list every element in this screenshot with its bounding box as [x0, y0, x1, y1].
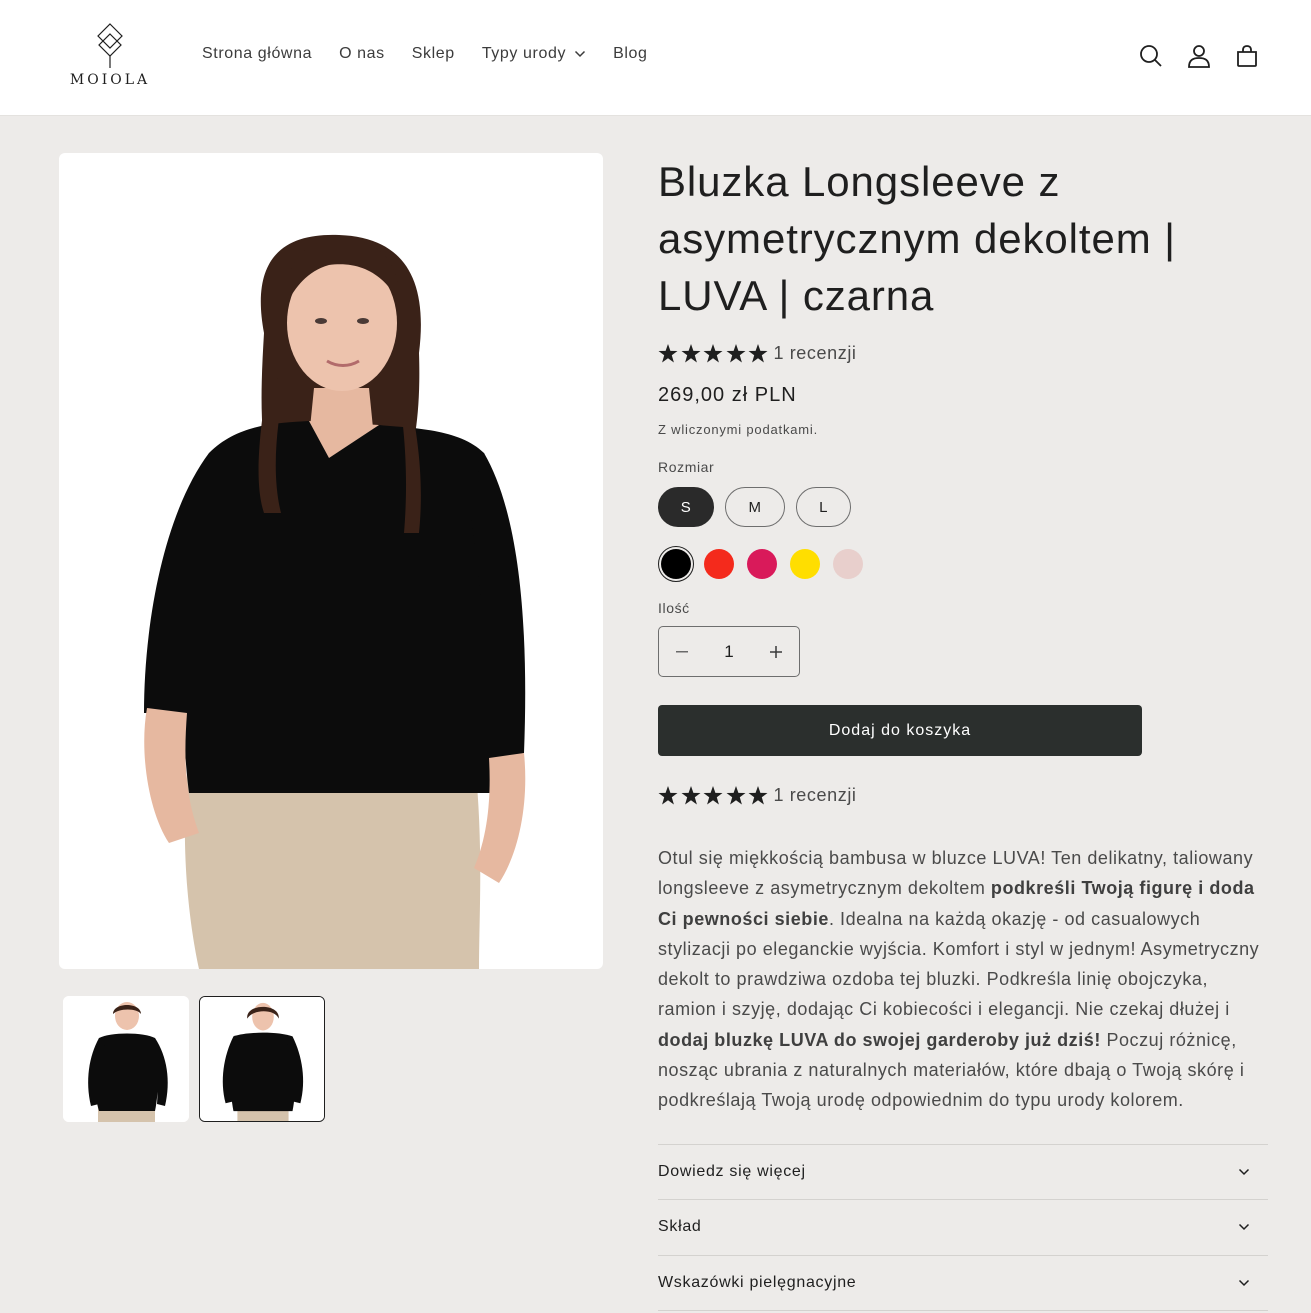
- tax-note: Z wliczonymi podatkami.: [658, 422, 818, 437]
- star-icon: [726, 786, 745, 805]
- brand-logo[interactable]: MOIOLA: [68, 20, 152, 92]
- nav-label: Strona główna: [202, 45, 313, 62]
- header-actions: [1117, 42, 1261, 70]
- star-icon: [703, 344, 723, 363]
- swatch-dot: [661, 549, 691, 579]
- minus-icon: [676, 650, 688, 652]
- product-rating[interactable]: 1 recenzji: [658, 343, 1268, 364]
- star-icon: [658, 786, 678, 805]
- chevron-down-icon: [1238, 1224, 1250, 1231]
- desc-highlight: dodaj bluzkę LUVA do swojej garderoby ju…: [658, 1029, 1101, 1050]
- size-option-l[interactable]: L: [796, 487, 851, 527]
- rating-stars: [658, 344, 771, 363]
- chevron-down-icon: [1238, 1279, 1250, 1286]
- color-selector: [658, 546, 1268, 582]
- size-selector: S M L: [658, 487, 1268, 527]
- site-header: MOIOLA Strona główna O nas Sklep Typy ur…: [0, 0, 1311, 116]
- star-icon: [748, 344, 768, 363]
- color-swatch-black[interactable]: [658, 546, 694, 582]
- accordion-label: Skład: [658, 1218, 702, 1236]
- accordion-label: Dowiedz się więcej: [658, 1162, 806, 1180]
- product-info: Bluzka Longsleeve z asymetrycznym dekolt…: [658, 153, 1268, 1312]
- search-button[interactable]: [1137, 42, 1165, 70]
- quantity-label: Ilość: [658, 600, 690, 616]
- cart-button[interactable]: [1233, 42, 1261, 70]
- account-icon: [1188, 45, 1210, 68]
- nav-item-shop[interactable]: Sklep: [412, 45, 455, 63]
- gallery-thumbnail-1[interactable]: [63, 996, 189, 1122]
- rating-stars: [658, 786, 771, 805]
- product-rating-secondary[interactable]: 1 recenzji: [658, 785, 1268, 806]
- nav-label: Sklep: [411, 45, 455, 62]
- accordion-learn-more[interactable]: Dowiedz się więcej: [658, 1145, 1268, 1201]
- nav-item-beauty-types[interactable]: Typy urody: [482, 45, 586, 63]
- swatch-dot: [790, 549, 820, 579]
- color-swatch-red[interactable]: [701, 546, 737, 582]
- color-swatch-raspberry[interactable]: [744, 546, 780, 582]
- gallery-thumbnail-2[interactable]: [199, 996, 325, 1122]
- color-swatch-powder-pink[interactable]: [830, 546, 866, 582]
- color-swatch-yellow[interactable]: [787, 546, 823, 582]
- accordion-label: Wskazówki pielęgnacyjne: [658, 1273, 857, 1291]
- nav-item-home[interactable]: Strona główna: [202, 45, 312, 63]
- nav-label: Blog: [613, 45, 648, 62]
- nav-label: Typy urody: [481, 45, 567, 62]
- quantity-decrease-button[interactable]: [659, 627, 705, 676]
- size-label: Rozmiar: [658, 459, 715, 475]
- chevron-down-icon: [575, 50, 586, 58]
- account-button[interactable]: [1185, 42, 1213, 70]
- size-option-s[interactable]: S: [658, 487, 714, 527]
- logo-mark-icon: [97, 23, 123, 68]
- star-icon: [748, 786, 768, 805]
- size-option-m[interactable]: M: [725, 487, 785, 527]
- product-accordion: Dowiedz się więcej Skład Wskazówki pielę…: [658, 1143, 1268, 1312]
- star-icon: [681, 786, 700, 805]
- star-icon: [703, 786, 723, 805]
- swatch-dot: [704, 549, 734, 579]
- nav-item-about[interactable]: O nas: [339, 45, 385, 63]
- reviews-count: 1 recenzji: [773, 343, 857, 363]
- logo-text: MOIOLA: [69, 72, 151, 88]
- accordion-care-instructions[interactable]: Wskazówki pielęgnacyjne: [658, 1256, 1268, 1312]
- swatch-dot: [833, 549, 863, 579]
- cart-icon: [1237, 45, 1257, 67]
- accordion-composition[interactable]: Skład: [658, 1200, 1268, 1256]
- nav-label: O nas: [339, 45, 385, 62]
- star-icon: [681, 344, 700, 363]
- product-main-image[interactable]: [59, 153, 603, 969]
- product-title: Bluzka Longsleeve z asymetrycznym dekolt…: [658, 158, 1176, 319]
- nav-item-blog[interactable]: Blog: [613, 45, 647, 63]
- add-to-cart-button[interactable]: Dodaj do koszyka: [658, 705, 1142, 756]
- plus-icon: [770, 645, 782, 658]
- model-photo: [144, 234, 526, 969]
- star-icon: [658, 344, 678, 363]
- reviews-count: 1 recenzji: [773, 785, 857, 805]
- chevron-down-icon: [1238, 1168, 1250, 1175]
- thumbnail-photo: [63, 996, 189, 1122]
- quantity-stepper: [658, 626, 800, 677]
- star-icon: [726, 344, 745, 363]
- product-price: 269,00 zł PLN: [658, 384, 797, 406]
- swatch-dot: [747, 549, 777, 579]
- thumbnail-photo: [200, 997, 324, 1121]
- main-nav: Strona główna O nas Sklep Typy urody Blo…: [202, 45, 675, 63]
- quantity-increase-button[interactable]: [753, 627, 799, 676]
- product-description: Otul się miękkością bambusa w bluzce LUV…: [658, 843, 1268, 1116]
- quantity-input[interactable]: [709, 641, 749, 662]
- search-icon: [1140, 45, 1162, 67]
